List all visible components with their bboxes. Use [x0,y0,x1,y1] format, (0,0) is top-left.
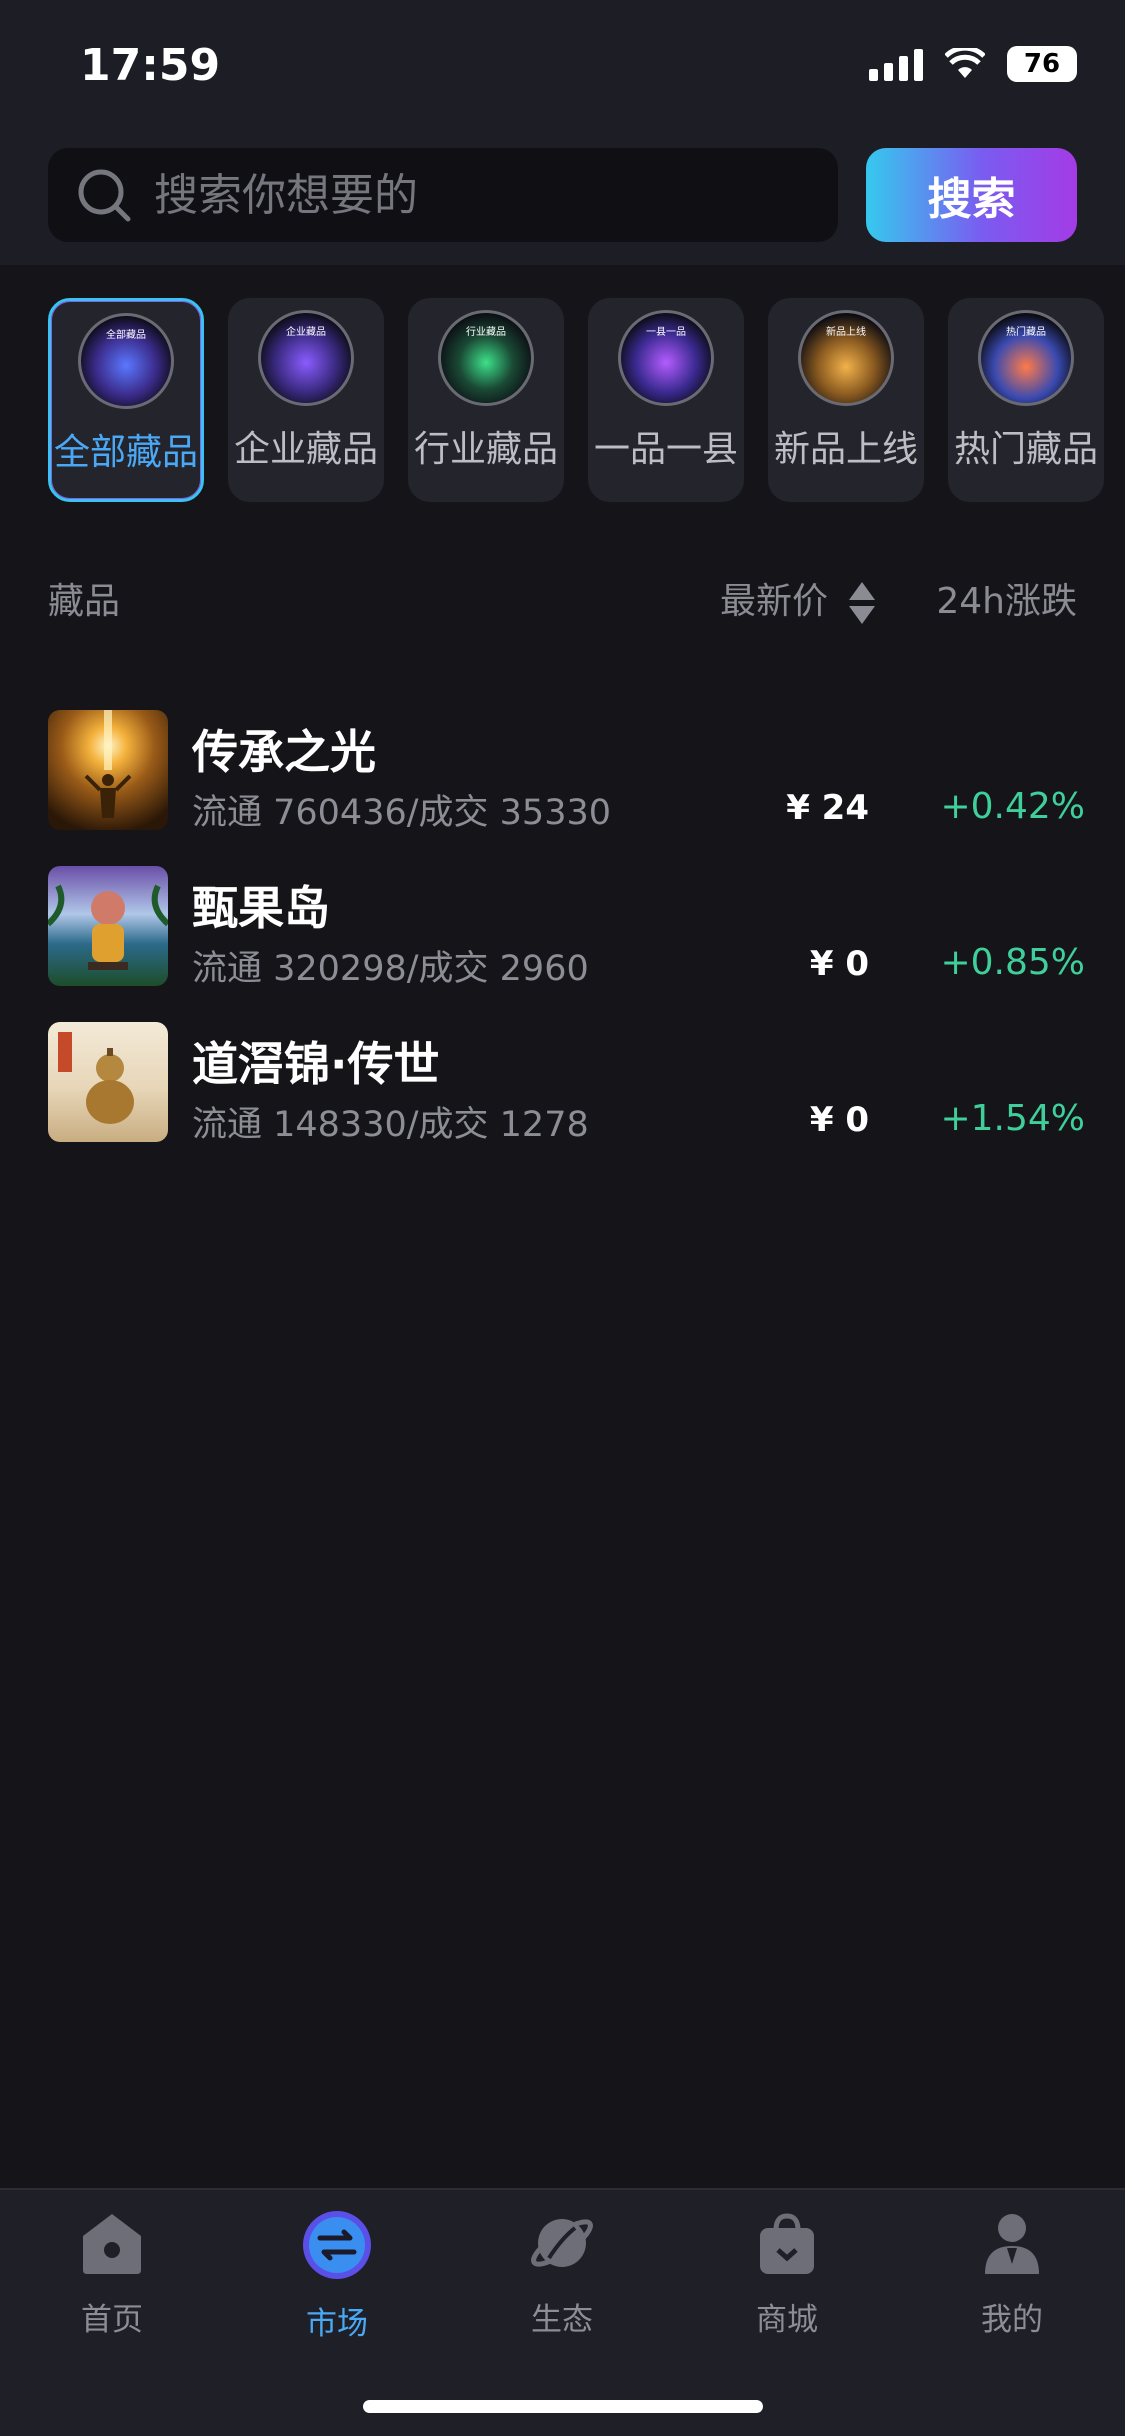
category-all[interactable]: 全部藏品 全部藏品 [48,298,204,502]
tab-ecology[interactable]: 生态 [487,2208,637,2339]
bottom-tab-bar: 首页 市场 生态 商城 我的 [0,2188,1125,2436]
collection-list: 传承之光 流通 760436/成交 35330 ¥ 24 +0.42% 甄果岛 … [0,710,1125,1178]
item-thumbnail [48,1022,168,1142]
planet-icon [531,2219,593,2267]
list-item[interactable]: 甄果岛 流通 320298/成交 2960 ¥ 0 +0.85% [0,866,1125,1022]
item-circulation: 流通 760436/成交 35330 [192,793,611,833]
item-change: +0.85% [940,942,1085,983]
item-price: ¥ 0 [809,944,869,984]
home-indicator[interactable] [363,2400,763,2413]
list-item[interactable]: 道滘锦·传世 流通 148330/成交 1278 ¥ 0 +1.54% [0,1022,1125,1178]
search-box[interactable] [48,148,838,242]
category-enterprise[interactable]: 企业藏品 企业藏品 [228,298,384,502]
map-icon: 一县一品 [618,310,714,406]
tab-label: 首页 [81,2302,143,2338]
category-label: 一品一县 [593,429,738,470]
tab-label: 商城 [756,2302,818,2338]
category-industry[interactable]: 行业藏品 行业藏品 [408,298,564,502]
tree-icon: 行业藏品 [438,310,534,406]
item-title: 甄果岛 [192,881,330,935]
gift-box-icon: 新品上线 [798,310,894,406]
flame-icon: 热门藏品 [978,310,1074,406]
tab-home[interactable]: 首页 [37,2208,187,2339]
item-change: +0.42% [940,786,1085,827]
tab-label: 生态 [531,2302,593,2338]
category-label: 热门藏品 [953,429,1098,470]
tab-label: 我的 [981,2302,1043,2338]
category-label: 全部藏品 [53,432,198,473]
column-header-change: 24h涨跌 [936,581,1077,622]
item-title: 道滘锦·传世 [192,1037,440,1091]
shopping-bag-icon [760,2213,814,2274]
item-change: +1.54% [940,1098,1085,1139]
category-label: 新品上线 [773,429,918,470]
item-thumbnail [48,710,168,830]
battery-icon: 76 [1007,46,1077,82]
home-icon [83,2214,141,2274]
top-bar: 17:59 76 搜索 [0,0,1125,265]
price-sort-label: 最新价 [720,581,829,622]
column-header-name: 藏品 [48,581,121,622]
list-header: 藏品 最新价 24h涨跌 [48,572,1077,628]
profile-icon [985,2214,1039,2274]
column-header-price[interactable]: 最新价 [720,572,877,626]
search-input[interactable] [154,169,794,221]
item-circulation: 流通 320298/成交 2960 [192,949,589,989]
figure-icon [84,710,132,818]
item-price: ¥ 24 [786,788,869,828]
item-thumbnail [48,866,168,986]
tab-profile[interactable]: 我的 [937,2208,1087,2339]
list-item[interactable]: 传承之光 流通 760436/成交 35330 ¥ 24 +0.42% [0,710,1125,866]
sort-icon [849,582,876,624]
wifi-icon [945,48,985,78]
search-icon [78,169,131,222]
item-title: 传承之光 [192,725,376,779]
market-icon [303,2211,371,2279]
tab-mall[interactable]: 商城 [712,2208,862,2339]
category-label: 企业藏品 [233,429,378,470]
category-county[interactable]: 一县一品 一品一县 [588,298,744,502]
cellular-signal-icon [869,47,923,81]
category-strip: 全部藏品 全部藏品 企业藏品 企业藏品 行业藏品 行业藏品 一县一品 一品一县 … [48,298,1125,504]
character-icon [48,884,168,970]
gourd-icon [58,1032,134,1124]
category-new[interactable]: 新品上线 新品上线 [768,298,924,502]
category-hot[interactable]: 热门藏品 热门藏品 [948,298,1104,502]
search-button[interactable]: 搜索 [866,148,1077,242]
tab-market[interactable]: 市场 [262,2208,412,2343]
cube-icon: 全部藏品 [78,313,174,409]
status-icons: 76 [869,46,1077,82]
item-price: ¥ 0 [809,1100,869,1140]
status-time: 17:59 [80,40,221,91]
tab-label: 市场 [306,2306,368,2342]
item-circulation: 流通 148330/成交 1278 [192,1105,589,1145]
enterprise-icon: 企业藏品 [258,310,354,406]
category-label: 行业藏品 [413,429,558,470]
